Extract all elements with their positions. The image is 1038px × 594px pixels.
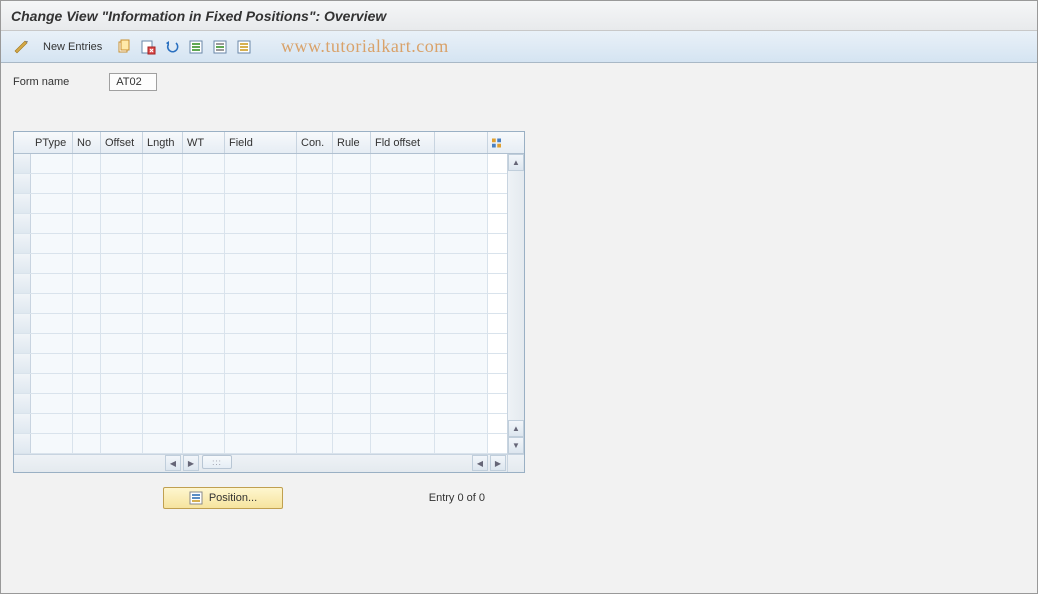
row-selector[interactable] [14,234,31,253]
toolbar: New Entries www.tutorialkart.com [1,31,1037,63]
position-button[interactable]: Position... [163,487,283,509]
select-all-icon[interactable] [186,37,206,57]
scroll-up-icon[interactable]: ▲ [508,154,524,171]
row-selector[interactable] [14,434,31,453]
column-header-no[interactable]: No [73,132,101,153]
scroll-right-end-icon[interactable]: ▶ [490,455,506,471]
scroll-up-page-icon[interactable]: ▲ [508,420,524,437]
row-selector[interactable] [14,154,31,173]
watermark-text: www.tutorialkart.com [281,36,449,57]
table-row [14,174,507,194]
deselect-all-icon[interactable] [234,37,254,57]
new-entries-button[interactable]: New Entries [35,37,110,57]
column-header-offset[interactable]: Offset [101,132,143,153]
position-icon [189,491,203,505]
toggle-display-icon[interactable] [11,37,31,57]
scroll-left-end-icon[interactable]: ◀ [472,455,488,471]
table-row [14,394,507,414]
delete-icon[interactable] [138,37,158,57]
column-header-lngth[interactable]: Lngth [143,132,183,153]
title-bar: Change View "Information in Fixed Positi… [1,1,1037,31]
table-row [14,234,507,254]
table-row [14,374,507,394]
table-body: ▲ ▲ ▼ [14,154,524,454]
select-block-icon[interactable] [210,37,230,57]
table-row [14,314,507,334]
horizontal-scrollbar[interactable]: ◀ ▶ ::: ◀ ▶ [14,454,524,472]
row-selector[interactable] [14,314,31,333]
copy-icon[interactable] [114,37,134,57]
row-selector[interactable] [14,254,31,273]
table-row [14,294,507,314]
column-header-con[interactable]: Con. [297,132,333,153]
entry-count: Entry 0 of 0 [429,492,485,504]
table-row [14,334,507,354]
content-area: Form name AT02 PType No Offset Lngth WT … [1,63,1037,519]
page-title: Change View "Information in Fixed Positi… [11,8,386,24]
table-row [14,414,507,434]
table-row [14,154,507,174]
row-selector[interactable] [14,334,31,353]
form-name-value: AT02 [109,73,157,91]
row-selector[interactable] [14,214,31,233]
table-row [14,434,507,454]
row-selector[interactable] [14,194,31,213]
table-row [14,254,507,274]
column-header-field[interactable]: Field [225,132,297,153]
scroll-right-icon[interactable]: ▶ [183,455,199,471]
form-name-label: Form name [13,76,69,88]
scroll-left-icon[interactable]: ◀ [165,455,181,471]
row-selector[interactable] [14,294,31,313]
scroll-track[interactable] [508,171,524,420]
table-row [14,194,507,214]
position-label: Position... [209,492,257,504]
column-header-ptype[interactable]: PType [31,132,73,153]
table-container: PType No Offset Lngth WT Field Con. Rule… [13,131,525,473]
table-footer: Position... Entry 0 of 0 [13,487,525,509]
scroll-down-icon[interactable]: ▼ [508,437,524,454]
table-config-icon[interactable] [488,132,505,153]
column-header-fldoffset[interactable]: Fld offset [371,132,435,153]
column-header-rule[interactable]: Rule [333,132,371,153]
vertical-scrollbar[interactable]: ▲ ▲ ▼ [507,154,524,454]
row-selector[interactable] [14,274,31,293]
table-rows [14,154,507,454]
row-selector[interactable] [14,374,31,393]
column-header-extra [435,132,488,153]
table-row [14,354,507,374]
form-name-row: Form name AT02 [13,73,1025,91]
row-selector[interactable] [14,394,31,413]
row-selector-header[interactable] [14,132,31,153]
scroll-thumb[interactable]: ::: [202,455,232,469]
row-selector[interactable] [14,354,31,373]
table-row [14,214,507,234]
column-header-wt[interactable]: WT [183,132,225,153]
row-selector[interactable] [14,414,31,433]
table-header: PType No Offset Lngth WT Field Con. Rule… [14,132,524,154]
undo-icon[interactable] [162,37,182,57]
table-row [14,274,507,294]
row-selector[interactable] [14,174,31,193]
